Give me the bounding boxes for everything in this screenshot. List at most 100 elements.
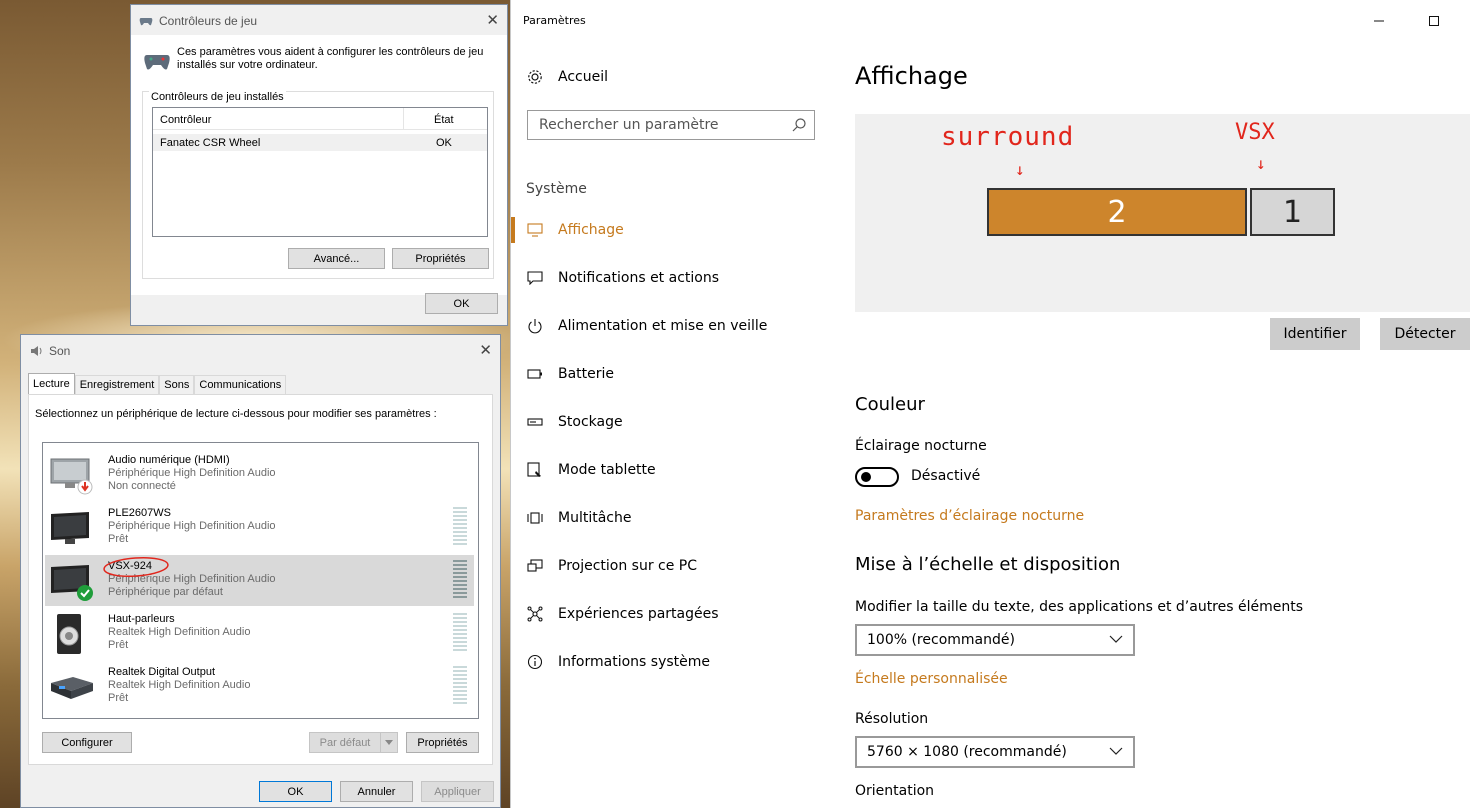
maximize-button[interactable] [1414, 8, 1454, 34]
device-status: Prêt [108, 692, 129, 704]
settings-window: Paramètres Accueil Rechercher un paramèt… [510, 0, 1480, 808]
annotation-arrow-right: ↓ [1256, 154, 1266, 173]
identify-button[interactable]: Identifier [1270, 318, 1360, 350]
annotation-arrow-left: ↓ [1015, 160, 1025, 179]
detect-button[interactable]: Détecter [1380, 318, 1470, 350]
nav-item-label: Multitâche [558, 510, 632, 526]
sound-instruction: Sélectionnez un périphérique de lecture … [35, 408, 437, 420]
monitor-1[interactable]: 1 [1250, 188, 1335, 236]
sound-tabs: Lecture Enregistrement Sons Communicatio… [28, 373, 287, 394]
display-preview: surround ↓ VSX ↓ 2 1 [855, 114, 1470, 312]
resolution-select[interactable]: 5760 × 1080 (recommandé) [855, 736, 1135, 768]
controller-name: Fanatec CSR Wheel [160, 137, 261, 149]
sound-dialog-title: Son [49, 344, 71, 358]
search-input[interactable]: Rechercher un paramètre [527, 110, 815, 140]
game-properties-button[interactable]: Propriétés [392, 248, 489, 269]
tab-lecture[interactable]: Lecture [28, 373, 75, 394]
list-item[interactable]: Haut-parleurs Realtek High Definition Au… [45, 608, 474, 659]
nav-item-tablet[interactable]: Mode tablette [526, 455, 656, 485]
nav-item-label: Stockage [558, 414, 623, 430]
nav-item-info[interactable]: Informations système [526, 647, 710, 677]
game-ok-button[interactable]: OK [425, 293, 498, 314]
controllers-list-header: Contrôleur État [153, 108, 487, 130]
nav-item-affichage[interactable]: Affichage [526, 215, 624, 245]
controllers-list[interactable]: Contrôleur État Fanatec CSR Wheel OK [152, 107, 488, 237]
list-item[interactable]: Realtek Digital Output Realtek High Defi… [45, 661, 474, 712]
sound-cancel-button[interactable]: Annuler [340, 781, 413, 802]
maximize-icon [1429, 16, 1439, 26]
custom-scale-link[interactable]: Échelle personnalisée [855, 671, 1008, 687]
close-icon[interactable]: ✕ [479, 341, 492, 359]
nav-home-label: Accueil [558, 69, 608, 85]
column-separator [403, 108, 404, 130]
device-status: Prêt [108, 533, 129, 545]
night-light-state: Désactivé [911, 468, 981, 484]
scale-label: Modifier la taille du texte, des applica… [855, 599, 1304, 615]
nav-item-multitask[interactable]: Multitâche [526, 503, 631, 533]
configure-button[interactable]: Configurer [42, 732, 132, 753]
nav-item-projection[interactable]: Projection sur ce PC [526, 551, 697, 581]
monitor-icon [51, 512, 89, 544]
nav-item-label: Expériences partagées [558, 606, 719, 622]
night-light-toggle[interactable] [855, 467, 899, 487]
sound-dialog-titlebar: Son [29, 344, 70, 358]
nav-home[interactable]: Accueil [526, 68, 608, 86]
controller-row[interactable]: Fanatec CSR Wheel OK [153, 134, 487, 151]
gear-icon [528, 70, 542, 84]
minimize-icon [1374, 20, 1384, 22]
night-light-settings-link[interactable]: Paramètres d’éclairage nocturne [855, 508, 1084, 524]
sound-apply-button[interactable]: Appliquer [421, 781, 494, 802]
nav-item-power[interactable]: Alimentation et mise en veille [526, 311, 767, 341]
nav-active-indicator [511, 217, 515, 243]
toggle-knob [861, 472, 871, 482]
annotation-vsx: VSX [1235, 120, 1275, 145]
storage-icon [526, 413, 544, 431]
orientation-label: Orientation [855, 783, 935, 799]
game-controllers-dialog: Contrôleurs de jeu ✕ Ces paramètres vous… [130, 4, 508, 326]
set-default-dropdown[interactable] [380, 732, 398, 753]
multitask-icon [526, 509, 544, 527]
sound-properties-button[interactable]: Propriétés [406, 732, 479, 753]
device-name: PLE2607WS [108, 507, 171, 519]
set-default-button[interactable]: Par défaut [309, 732, 381, 753]
gamepad-large-icon [144, 55, 170, 70]
tab-communications[interactable]: Communications [194, 375, 287, 394]
settings-title: Paramètres [523, 14, 586, 27]
nav-item-battery[interactable]: Batterie [526, 359, 614, 389]
color-heading: Couleur [855, 394, 925, 415]
playback-device-list[interactable]: Audio numérique (HDMI) Périphérique High… [42, 442, 479, 719]
digital-output-icon [51, 677, 93, 699]
monitor-default-icon [51, 565, 93, 601]
scale-select[interactable]: 100% (recommandé) [855, 624, 1135, 656]
sound-ok-button[interactable]: OK [259, 781, 332, 802]
column-state[interactable]: État [434, 114, 454, 126]
nav-item-notifications[interactable]: Notifications et actions [526, 263, 719, 293]
advanced-button[interactable]: Avancé... [288, 248, 385, 269]
nav-item-storage[interactable]: Stockage [526, 407, 623, 437]
settings-titlebar: Paramètres [511, 0, 1480, 40]
nav-item-shared[interactable]: Expériences partagées [526, 599, 719, 629]
search-icon [792, 118, 806, 132]
monitor-2[interactable]: 2 [987, 188, 1247, 236]
game-dialog-titlebar: Contrôleurs de jeu [139, 14, 257, 28]
chevron-down-icon [1109, 635, 1123, 643]
chevron-down-icon [385, 739, 393, 745]
device-desc: Périphérique High Definition Audio [108, 467, 276, 479]
tab-enregistrement[interactable]: Enregistrement [74, 375, 160, 394]
column-controller[interactable]: Contrôleur [160, 114, 211, 126]
speaker-icon [57, 614, 81, 654]
device-status: Prêt [108, 639, 129, 651]
list-item[interactable]: PLE2607WS Périphérique High Definition A… [45, 502, 474, 553]
power-icon [526, 317, 544, 335]
sound-dialog: Son ✕ Lecture Enregistrement Sons Commun… [20, 334, 501, 808]
gamepad-icon [139, 18, 153, 26]
settings-nav: Accueil Rechercher un paramètre Système … [511, 40, 831, 808]
close-button[interactable] [1461, 8, 1480, 34]
close-icon[interactable]: ✕ [486, 11, 499, 29]
nav-item-label: Mode tablette [558, 462, 656, 478]
minimize-button[interactable] [1359, 8, 1399, 34]
game-dialog-title: Contrôleurs de jeu [159, 14, 258, 28]
tab-sons[interactable]: Sons [159, 375, 195, 394]
list-item-selected[interactable]: VSX-924 Périphérique High Definition Aud… [45, 555, 474, 606]
list-item[interactable]: Audio numérique (HDMI) Périphérique High… [45, 449, 474, 500]
